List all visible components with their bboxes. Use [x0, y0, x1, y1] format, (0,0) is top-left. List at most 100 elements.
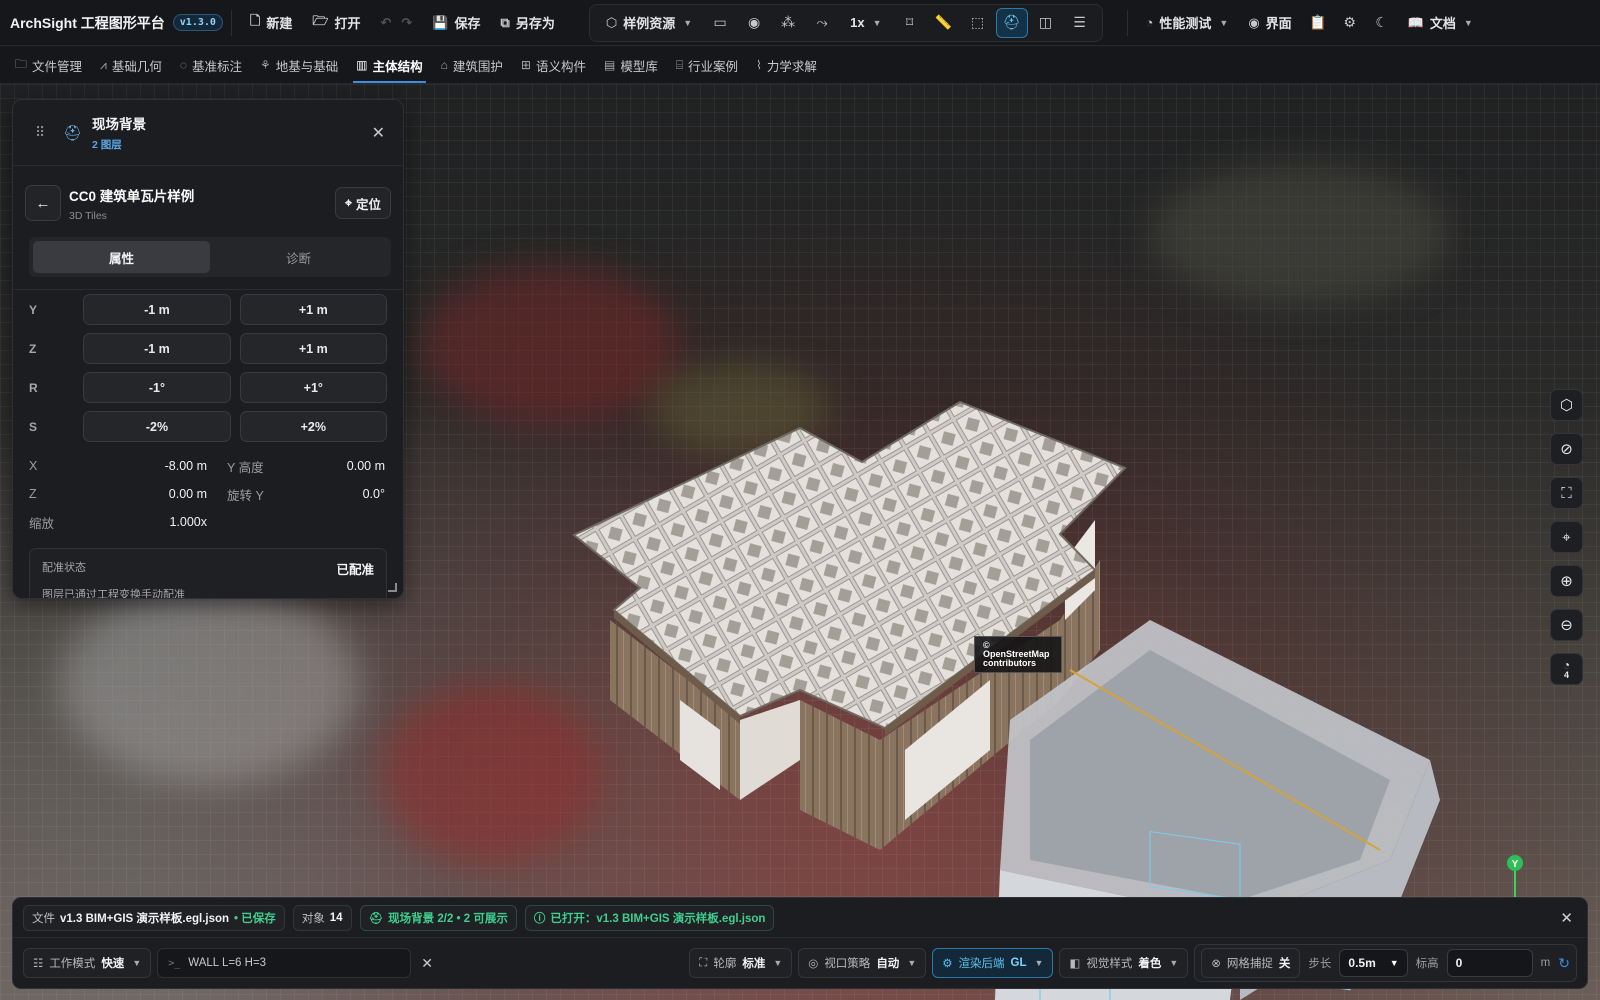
target-icon: ◌: [179, 58, 187, 72]
open-button[interactable]: 🗁 打开: [302, 8, 370, 38]
sample-resources-label: 样例资源: [623, 16, 676, 31]
layer-name: CC0 建筑单瓦片样例: [69, 188, 195, 204]
folder-open-icon: 🗁: [312, 12, 329, 28]
outline-dropdown[interactable]: ⛶ 轮廓 标准 ▼: [689, 948, 793, 978]
footprints-icon[interactable]: ⁂: [772, 8, 804, 38]
clear-command-icon[interactable]: ✕: [421, 955, 433, 972]
save-icon: 💾: [432, 14, 449, 30]
resize-handle-icon[interactable]: [388, 583, 397, 592]
tab-properties[interactable]: 属性: [33, 241, 210, 273]
scene-background-icon[interactable]: ⛑: [995, 7, 1028, 38]
work-mode-label: 工作模式: [49, 958, 96, 970]
tab-industry-cases[interactable]: ⌸ 行业案例: [667, 47, 747, 83]
step-value: 0.5m: [1348, 956, 1376, 970]
fit-view-button[interactable]: ⛶: [1550, 477, 1583, 509]
viewport-controls: ⬡ ⊘ ⛶ ⌖ ⊕ ⊖ ◔ 4: [1550, 389, 1583, 685]
tab-label: 地基与基础: [275, 59, 339, 74]
drag-handle-icon[interactable]: ⠿: [35, 124, 53, 141]
speed-gauge-button[interactable]: ◔ 4: [1550, 653, 1583, 685]
nudge-y-minus-button[interactable]: -1 m: [83, 294, 231, 325]
view-cube-button[interactable]: ⬡: [1550, 389, 1583, 421]
nudge-row-s: S -2% +2%: [13, 407, 403, 446]
ruler-icon[interactable]: 📏: [928, 8, 960, 38]
perf-test-dropdown[interactable]: ◔ 性能测试 ▼: [1136, 8, 1239, 38]
gauge-icon: ◔: [1145, 15, 1154, 30]
close-icon[interactable]: ✕: [372, 123, 385, 143]
work-mode-dropdown[interactable]: ☷ 工作模式 快速 ▼: [23, 948, 152, 978]
chevron-down-icon: ▼: [907, 958, 917, 968]
save-as-button[interactable]: ⧉ 另存为: [491, 8, 565, 38]
nudge-scale-plus-button[interactable]: +2%: [239, 411, 387, 442]
view-tool-group: ⬡ 样例资源 ▼ ▭ ◉ ⁂ ⤳ 1x ▼ ⌑ 📏 ⬚ ⛑ ◫ ☰: [588, 3, 1103, 42]
tab-file-management[interactable]: 🗀 文件管理: [6, 47, 91, 83]
selection-box-icon[interactable]: ⬚: [962, 8, 994, 38]
zoom-out-icon: ⊖: [1560, 617, 1573, 634]
nudge-rotate-plus-button[interactable]: +1°: [239, 372, 387, 403]
elevation-input[interactable]: 0: [1446, 949, 1533, 977]
panel-tabs: 属性 诊断: [29, 237, 391, 277]
terminal-prompt-icon: >_: [168, 957, 181, 969]
zoom-out-button[interactable]: ⊖: [1550, 609, 1583, 641]
chevron-down-icon: ▼: [872, 17, 882, 28]
back-button[interactable]: ←: [25, 185, 61, 221]
camera-icon[interactable]: ◉: [738, 8, 770, 38]
video-camera-icon[interactable]: ▭: [704, 8, 736, 38]
tab-semantic-components[interactable]: ⊞ 语义构件: [512, 47, 595, 83]
scene-background-chip[interactable]: ⛑ 现场背景 2/2 • 2 可展示: [359, 904, 517, 931]
tab-main-structure[interactable]: ▥ 主体结构: [347, 47, 431, 83]
database-icon[interactable]: ☰: [1064, 8, 1096, 38]
speed-dropdown[interactable]: 1x ▼: [840, 8, 891, 38]
close-icon[interactable]: ✕: [1560, 909, 1577, 927]
visual-style-dropdown[interactable]: ◧ 视觉样式 着色 ▼: [1059, 948, 1189, 978]
y-axis-label: Y: [1512, 859, 1519, 870]
bottom-status-panel: 文件 v1.3 BIM+GIS 演示样板.egl.json • 已保存 对象 1…: [12, 897, 1588, 989]
compass-button[interactable]: ⊘: [1550, 433, 1583, 465]
save-button[interactable]: 💾 保存: [422, 8, 490, 38]
nudge-y-plus-button[interactable]: +1 m: [239, 294, 387, 325]
panel-header[interactable]: ⠿ ⛑ 现场背景 2 图层 ✕: [13, 100, 403, 166]
command-input[interactable]: >_ WALL L=6 H=3: [157, 948, 412, 978]
sample-resources-dropdown[interactable]: ⬡ 样例资源 ▼: [596, 8, 702, 38]
tab-mechanics-solve[interactable]: ⌇ 力学求解: [747, 47, 826, 83]
ui-button[interactable]: ◉ 界面: [1238, 8, 1301, 38]
nudge-rotate-minus-button[interactable]: -1°: [83, 372, 231, 403]
nudge-scale-minus-button[interactable]: -2%: [83, 411, 231, 442]
render-backend-dropdown[interactable]: ⚙ 渲染后端 GL ▼: [932, 948, 1054, 978]
osm-attribution: © OpenStreetMap contributors: [974, 636, 1062, 673]
tab-basic-geometry[interactable]: ⩘ 基础几何: [91, 47, 171, 83]
bookmark-icon[interactable]: ⌑: [894, 8, 926, 38]
eye-icon: ◉: [1248, 14, 1260, 30]
nudge-z-minus-button[interactable]: -1 m: [83, 333, 231, 364]
chevron-down-icon: ▼: [1463, 17, 1473, 28]
panel-layout-icon[interactable]: ◫: [1030, 8, 1062, 38]
tab-diagnostics[interactable]: 诊断: [210, 241, 387, 273]
refresh-icon[interactable]: ↻: [1558, 955, 1570, 972]
foundation-icon: ⚘: [259, 58, 271, 72]
y-height-label: Y 高度: [227, 460, 264, 475]
zoom-in-button[interactable]: ⊕: [1550, 565, 1583, 597]
redo-button[interactable]: ↷: [401, 8, 422, 38]
z-label: Z: [29, 487, 37, 501]
route-icon[interactable]: ⤳: [806, 8, 838, 38]
tab-datum-annotation[interactable]: ◌ 基准标注: [171, 47, 251, 83]
save-label: 保存: [454, 16, 481, 31]
new-button[interactable]: 🗋 新建: [240, 8, 302, 38]
grid-snap-toggle[interactable]: ⊗ 网格捕捉 关: [1201, 948, 1301, 978]
tab-building-envelope[interactable]: ⌂ 建筑围护: [432, 47, 512, 83]
tab-foundation[interactable]: ⚘ 地基与基础: [251, 47, 347, 83]
tab-model-library[interactable]: ▤ 模型库: [595, 47, 667, 83]
step-select[interactable]: 0.5m ▼: [1339, 949, 1408, 977]
tab-label: 基础几何: [111, 59, 162, 74]
docs-dropdown[interactable]: 📖 文档 ▼: [1398, 8, 1483, 38]
new-label: 新建: [266, 16, 293, 31]
locate-layer-button[interactable]: ⌖ 定位: [334, 187, 391, 219]
undo-button[interactable]: ↶: [371, 8, 402, 38]
locate-button[interactable]: ⌖: [1550, 521, 1583, 553]
divider: [230, 9, 232, 36]
viewport-policy-dropdown[interactable]: ◎ 视口策略 自动 ▼: [798, 948, 927, 978]
gear-icon[interactable]: ⚙: [1334, 8, 1366, 38]
objects-count: 14: [329, 911, 343, 924]
clipboard-icon[interactable]: 📋: [1302, 8, 1334, 38]
moon-icon[interactable]: ☾: [1366, 8, 1398, 38]
nudge-z-plus-button[interactable]: +1 m: [239, 333, 387, 364]
